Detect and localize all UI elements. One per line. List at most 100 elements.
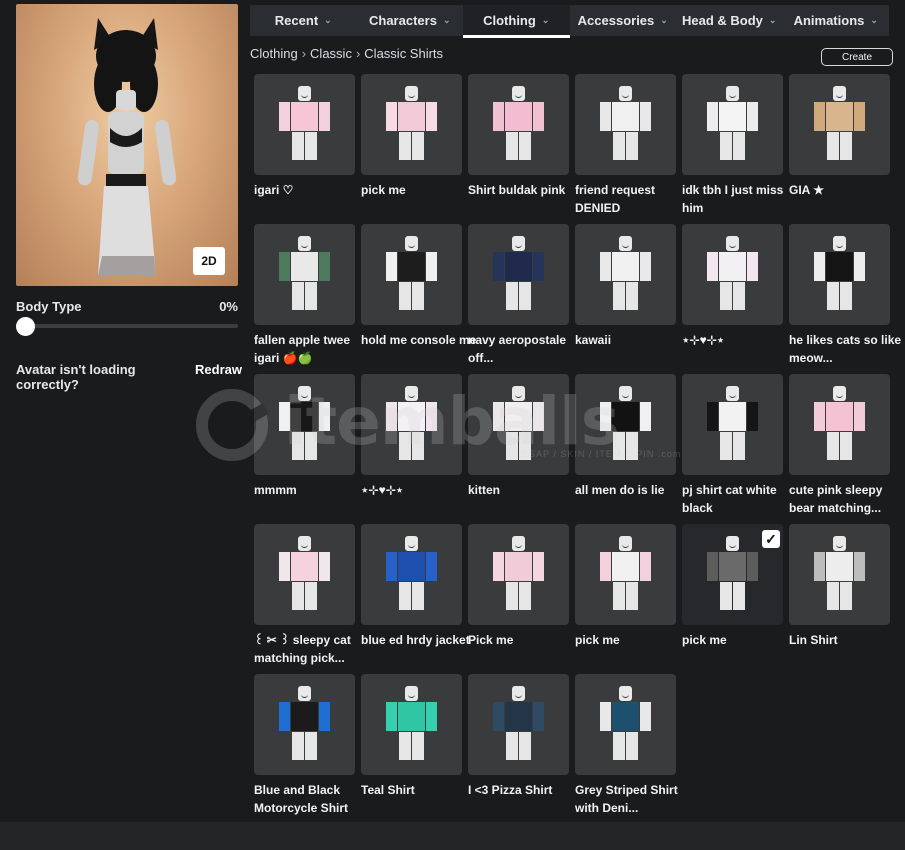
item-thumbnail[interactable] [789,524,890,625]
item-thumbnail[interactable] [789,224,890,325]
item-thumbnail[interactable] [468,374,569,475]
item-thumbnail[interactable] [575,74,676,175]
item-card[interactable]: ✓ pick me [682,524,783,649]
body-type-label: Body Type [16,299,82,314]
tab-recent[interactable]: Recent ⌄ [250,5,357,36]
avatar-ra-shape [640,702,651,731]
breadcrumb-separator-icon: › [355,46,361,61]
avatar-rl-shape [519,132,531,160]
item-thumbnail[interactable] [468,674,569,775]
item-card[interactable]: kitten [468,374,569,499]
avatar-tr-shape [398,402,425,431]
item-thumbnail[interactable] [254,224,355,325]
item-name: all men do is lie [575,483,665,497]
avatar-tr-shape [719,552,746,581]
body-type-slider[interactable] [16,324,238,328]
avatar-ll-shape [399,282,411,310]
avatar-rl-shape [305,432,317,460]
item-card[interactable]: Blue and Black Motorcycle Shirt [254,674,355,817]
item-thumbnail[interactable] [468,224,569,325]
item-card[interactable]: mmmm [254,374,355,499]
item-thumbnail[interactable] [361,674,462,775]
view-2d-toggle[interactable]: 2D [193,247,225,275]
item-card[interactable]: cute pink sleepy bear matching... [789,374,890,517]
item-card[interactable]: I <3 Pizza Shirt [468,674,569,799]
item-thumbnail[interactable] [575,524,676,625]
item-thumbnail[interactable] [682,74,783,175]
avatar-ra-shape [426,552,437,581]
tab-clothing[interactable]: Clothing ⌄ [463,5,570,38]
tab-characters[interactable]: Characters ⌄ [357,5,464,36]
item-card[interactable]: Grey Striped Shirt with Deni... [575,674,678,817]
avatar-ll-shape [613,282,625,310]
item-card[interactable]: idk tbh I just miss him [682,74,783,217]
item-name: navy aeropostale off... [468,333,567,365]
item-card[interactable]: navy aeropostale off... [468,224,569,367]
avatar-rl-shape [840,282,852,310]
avatar-tr-shape [612,402,639,431]
chevron-down-icon: ⌄ [324,15,332,25]
avatar-rl-shape [305,732,317,760]
item-card[interactable]: ⋆⊹♥⊹⋆ [682,224,783,349]
item-thumbnail[interactable] [468,74,569,175]
avatar-tr-shape [291,402,318,431]
item-card[interactable]: pick me [575,524,676,649]
item-thumbnail[interactable] [361,74,462,175]
item-thumbnail[interactable] [361,224,462,325]
item-card[interactable]: Pick me [468,524,569,649]
avatar-la-shape [279,252,290,281]
item-card[interactable]: GIA ★ [789,74,890,199]
avatar-tr-shape [291,702,318,731]
item-thumbnail[interactable]: ✓ [682,524,783,625]
item-card[interactable]: Shirt buldak pink [468,74,569,199]
item-card[interactable]: he likes cats so like meow... [789,224,901,367]
item-name: fallen apple twee igari 🍎🍏 [254,333,351,365]
avatar-ll-shape [506,132,518,160]
item-card[interactable]: pick me [361,74,462,199]
item-thumbnail[interactable] [575,224,676,325]
item-name: friend request DENIED [575,183,656,215]
item-card[interactable]: friend request DENIED [575,74,676,217]
item-card[interactable]: all men do is lie [575,374,676,499]
item-card[interactable]: ꒰ ✂ ꒱ sleepy cat matching pick... [254,524,355,667]
breadcrumb-item[interactable]: Clothing [250,46,298,61]
item-thumbnail[interactable] [361,524,462,625]
item-thumbnail[interactable] [682,374,783,475]
item-card[interactable]: fallen apple twee igari 🍎🍏 [254,224,355,367]
item-thumbnail[interactable] [361,374,462,475]
breadcrumb-item[interactable]: Classic Shirts [364,46,443,61]
avatar-ll-shape [292,432,304,460]
item-thumbnail[interactable] [575,374,676,475]
item-thumbnail[interactable] [682,224,783,325]
create-button[interactable]: Create [821,48,893,66]
item-thumbnail[interactable] [468,524,569,625]
item-card[interactable]: ⋆⊹♥⊹⋆ [361,374,462,499]
item-thumbnail[interactable] [254,674,355,775]
item-thumbnail[interactable] [789,74,890,175]
item-card[interactable]: hold me console me [361,224,476,349]
breadcrumb-item[interactable]: Classic [310,46,352,61]
item-card[interactable]: igari ♡ [254,74,355,199]
item-card[interactable]: pj shirt cat white black [682,374,783,517]
item-card[interactable]: blue ed hrdy jacket [361,524,470,649]
tab-animations[interactable]: Animations ⌄ [783,5,890,36]
avatar-rl-shape [519,432,531,460]
item-card[interactable]: kawaii [575,224,676,349]
avatar-tr-shape [505,252,532,281]
body-type-slider-handle[interactable] [16,317,35,336]
avatar-preview[interactable]: 2D [16,4,238,286]
tab-head-body[interactable]: Head & Body ⌄ [676,5,783,36]
avatar-tr-shape [505,402,532,431]
redraw-link[interactable]: Redraw [195,362,242,392]
item-card[interactable]: Lin Shirt [789,524,890,649]
avatar-ra-shape [854,552,865,581]
avatar-hd-shape [405,386,418,401]
item-thumbnail[interactable] [789,374,890,475]
item-thumbnail[interactable] [254,74,355,175]
item-thumbnail[interactable] [575,674,676,775]
tab-accessories[interactable]: Accessories ⌄ [570,5,677,36]
item-card[interactable]: Teal Shirt [361,674,462,799]
avatar-ll-shape [720,582,732,610]
item-thumbnail[interactable] [254,524,355,625]
item-thumbnail[interactable] [254,374,355,475]
